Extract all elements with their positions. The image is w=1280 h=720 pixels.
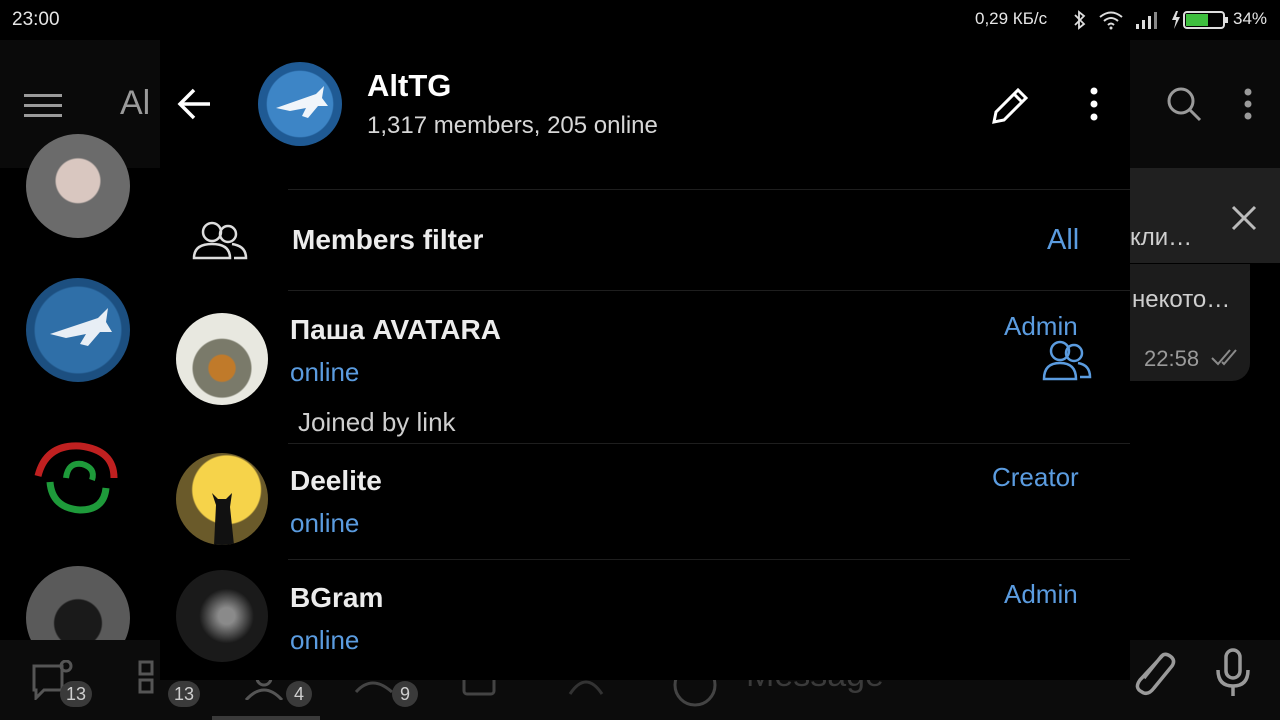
member-count: 1,317 members, 205 online <box>367 112 658 139</box>
member-status: online <box>290 625 360 655</box>
unread-badge: 4 <box>286 681 312 707</box>
member-status: online <box>290 357 360 387</box>
group-avatar[interactable] <box>258 62 342 146</box>
battery-icon <box>1172 11 1228 29</box>
attach-icon[interactable] <box>1130 646 1178 698</box>
members-icon <box>192 221 248 260</box>
unread-badge: 13 <box>60 681 93 707</box>
member-status: online <box>290 508 360 538</box>
member-row[interactable]: Deelite online Creator <box>160 444 1130 559</box>
member-role: Admin <box>1004 311 1078 341</box>
member-name: Deelite <box>290 465 382 496</box>
member-name: BGram <box>290 582 384 613</box>
group-title: AltTG <box>367 68 452 103</box>
member-role: Creator <box>992 462 1079 492</box>
avatar[interactable] <box>26 426 130 530</box>
tab-indicator <box>212 716 320 720</box>
background-chat-avatars <box>0 134 160 670</box>
chat-snippet: кли… <box>1130 224 1193 251</box>
avatar[interactable] <box>176 313 268 405</box>
battery-percent: 34% <box>1233 9 1268 28</box>
member-row[interactable]: Паша AVATARA online Admin Joined by link <box>160 291 1130 443</box>
network-speed: 0,29 КБ/с <box>975 9 1048 28</box>
jet-icon <box>50 308 112 346</box>
microphone-icon[interactable] <box>1214 648 1254 700</box>
message-time: 22:58 <box>1144 346 1200 371</box>
status-bar: 23:00 0,29 КБ/с 34% <box>0 0 1280 40</box>
status-time: 23:00 <box>12 9 60 30</box>
unread-badge: 13 <box>168 681 201 707</box>
unread-badge: 9 <box>392 681 418 707</box>
more-options-icon[interactable] <box>1086 86 1102 122</box>
avatar[interactable] <box>26 134 130 238</box>
filter-value[interactable]: All <box>1047 224 1079 257</box>
bluetooth-icon <box>1074 10 1086 30</box>
chat-snippet: некото… <box>1132 286 1231 313</box>
avatar[interactable] <box>26 278 130 382</box>
edit-icon[interactable] <box>988 84 1032 128</box>
signal-icon <box>1136 12 1157 29</box>
background-more-icon[interactable] <box>1240 86 1256 122</box>
filter-label: Members filter <box>292 224 484 255</box>
background-chat-bubble: кли… некото… 22:58 <box>1130 168 1280 383</box>
join-note: Joined by link <box>298 407 456 437</box>
back-arrow-icon[interactable] <box>176 88 212 120</box>
group-admin-icon <box>1042 340 1092 381</box>
double-check-icon <box>1211 349 1237 366</box>
cat-icon <box>212 493 234 545</box>
wifi-icon <box>1099 11 1123 30</box>
avatar[interactable] <box>176 453 268 545</box>
menu-icon[interactable] <box>24 92 64 120</box>
member-role: Admin <box>1004 579 1078 609</box>
avatar[interactable] <box>176 570 268 662</box>
spiral-icon <box>34 442 118 514</box>
background-title-fragment: Al <box>120 84 151 122</box>
members-filter-row[interactable]: Members filter All <box>160 190 1130 290</box>
background-search-icon[interactable] <box>1164 84 1204 124</box>
jet-icon <box>276 86 328 118</box>
close-icon[interactable] <box>1230 204 1258 232</box>
member-row[interactable]: BGram online Admin <box>160 560 1130 680</box>
member-name: Паша AVATARA <box>290 314 501 345</box>
